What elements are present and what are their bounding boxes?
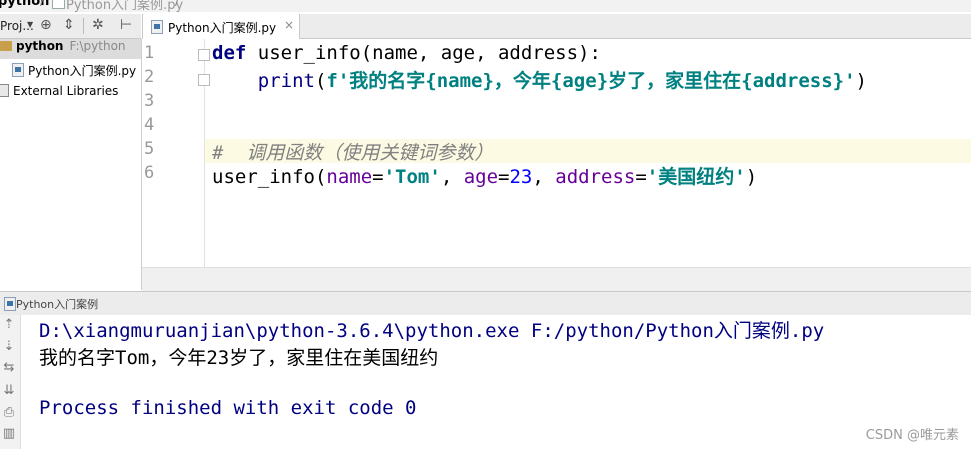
library-icon [0, 84, 9, 97]
tree-root-path: F:\python [69, 39, 126, 53]
fold-marker-icon[interactable] [198, 74, 210, 86]
python-file-icon [4, 297, 16, 311]
project-tree: python F:\python Python入门案例.py External L… [0, 39, 142, 290]
editor-tab-bar: Python入门案例.py × [142, 14, 971, 39]
chevron-down-icon[interactable]: ▼ [27, 20, 33, 29]
tree-root-name: python [16, 39, 64, 53]
console-command-line: D:\xiangmuruanjian\python-3.6.4\python.e… [39, 320, 825, 342]
code-line: user_info(name='Tom', age=23, address='美… [212, 166, 758, 188]
python-file-icon [52, 0, 65, 9]
tab-python-file[interactable]: Python入门案例.py × [142, 14, 300, 39]
collapse-icon[interactable]: ⇕ [63, 17, 75, 33]
close-icon[interactable]: × [284, 18, 294, 32]
line-number: 6 [144, 163, 155, 183]
code-editor[interactable]: 1 2 3 4 5 6 def user_info(name, age, add… [142, 39, 971, 291]
console-exit-line: Process finished with exit code 0 [39, 397, 417, 419]
tree-file-name: Python入门案例.py [28, 64, 137, 78]
print-icon[interactable]: ⎙ [2, 405, 16, 420]
breadcrumb: python / Python入门案例.py / [0, 0, 971, 12]
line-number: 2 [144, 67, 155, 87]
toolbar-divider [83, 18, 84, 34]
trash-icon[interactable]: ▥ [2, 426, 16, 441]
code-line: def user_info(name, age, address): [212, 42, 601, 64]
watermark: CSDN @唯元素 [865, 428, 959, 443]
line-number: 5 [144, 139, 155, 159]
up-arrow-icon[interactable]: ⇡ [2, 317, 16, 332]
breadcrumb-file[interactable]: Python入门案例.py [66, 0, 183, 12]
line-number: 3 [144, 91, 155, 111]
line-number: 4 [144, 115, 155, 135]
tree-item-libraries[interactable]: External Libraries [0, 84, 118, 104]
run-toolbar: ⇡ ⇣ ⇆ ⇊ ⎙ ▥ [0, 315, 21, 449]
fold-marker-icon[interactable] [198, 49, 210, 61]
console-output[interactable]: D:\xiangmuruanjian\python-3.6.4\python.e… [21, 315, 971, 449]
target-icon[interactable]: ⊕ [40, 17, 52, 33]
breadcrumb-separator: / [40, 0, 45, 9]
tab-label: Python入门案例.py [168, 21, 277, 35]
console-output-line: 我的名字Tom，今年23岁了，家里住在美国纽约 [39, 347, 439, 369]
scroll-end-icon[interactable]: ⇊ [2, 383, 16, 398]
horizontal-scrollbar[interactable] [142, 267, 971, 291]
run-panel-title[interactable]: Python入门案例 [16, 296, 98, 312]
python-file-icon [151, 20, 163, 34]
tree-libraries-label: External Libraries [13, 84, 119, 98]
tree-item-root[interactable]: python F:\python [0, 39, 141, 59]
run-panel-header: Python入门案例 [0, 291, 971, 316]
code-line: print(f'我的名字{name}，今年{age}岁了，家里住在{addres… [257, 70, 867, 92]
breadcrumb-separator: / [175, 0, 180, 9]
code-line: # 调用函数（使用关键词参数） [212, 142, 494, 164]
project-toolbar: Proj... ▼ ⊕ ⇕ ✲ ⊢ [0, 14, 141, 39]
python-file-icon [12, 63, 24, 77]
down-arrow-icon[interactable]: ⇣ [2, 339, 16, 354]
line-number: 1 [144, 43, 155, 63]
wrap-icon[interactable]: ⇆ [2, 360, 16, 375]
tree-item-file[interactable]: Python入门案例.py [12, 62, 136, 82]
pin-icon[interactable]: ⊢ [120, 17, 132, 33]
folder-icon [0, 41, 12, 51]
gear-icon[interactable]: ✲ [92, 17, 104, 33]
